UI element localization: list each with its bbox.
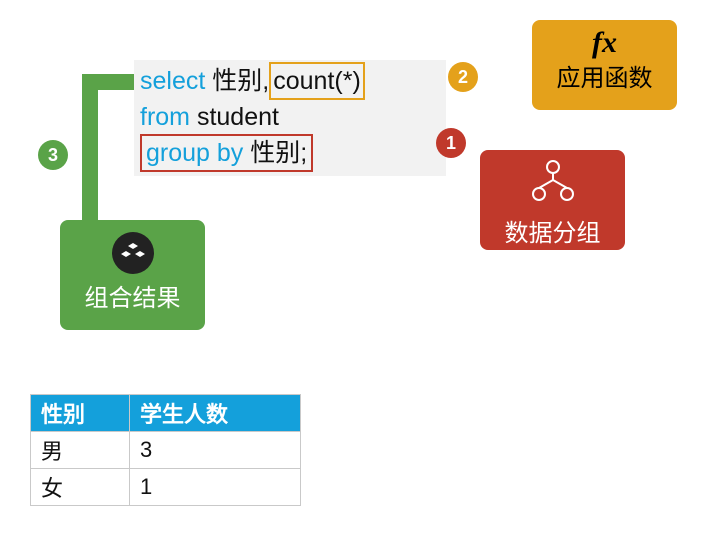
group-column: 性别 xyxy=(250,139,300,167)
table-header-row: 性别 学生人数 xyxy=(31,395,301,432)
sql-line-2: from student xyxy=(140,100,440,134)
sql-code-block: select 性别,count(*) from student group by… xyxy=(134,60,446,176)
header-count: 学生人数 xyxy=(130,395,301,432)
sql-terminator: ; xyxy=(300,139,307,167)
group-by-clause: group by 性别; xyxy=(140,134,313,172)
card-combine-result: 组合结果 xyxy=(60,220,205,330)
fx-icon: fx xyxy=(532,26,677,60)
tree-icon xyxy=(528,158,578,204)
keyword-group-by: group by xyxy=(146,139,243,167)
table-row: 男 3 xyxy=(31,432,301,469)
step-badge-3: 3 xyxy=(38,140,68,170)
card-data-grouping-label: 数据分组 xyxy=(480,213,625,248)
table-row: 女 1 xyxy=(31,469,301,506)
diagram-canvas: select 性别,count(*) from student group by… xyxy=(0,0,720,540)
card-apply-function-label: 应用函数 xyxy=(532,58,677,93)
card-combine-result-label: 组合结果 xyxy=(60,278,205,313)
header-gender: 性别 xyxy=(31,395,130,432)
keyword-from: from xyxy=(140,103,190,131)
column-gender: 性别 xyxy=(212,67,262,95)
step-badge-2: 2 xyxy=(448,62,478,92)
result-table: 性别 学生人数 男 3 女 1 xyxy=(30,394,301,506)
arrow-vertical xyxy=(82,74,98,234)
cubes-icon xyxy=(112,232,154,274)
cell-gender: 男 xyxy=(31,432,130,469)
cell-count: 1 xyxy=(130,469,301,506)
count-expression: count(*) xyxy=(269,62,365,100)
cell-gender: 女 xyxy=(31,469,130,506)
card-data-grouping: 数据分组 xyxy=(480,150,625,250)
card-apply-function: fx 应用函数 xyxy=(532,20,677,110)
keyword-select: select xyxy=(140,67,205,95)
table-name: student xyxy=(197,103,279,131)
cell-count: 3 xyxy=(130,432,301,469)
step-badge-1: 1 xyxy=(436,128,466,158)
sql-line-1: select 性别,count(*) xyxy=(140,62,440,100)
sql-line-3: group by 性别; xyxy=(140,134,440,172)
